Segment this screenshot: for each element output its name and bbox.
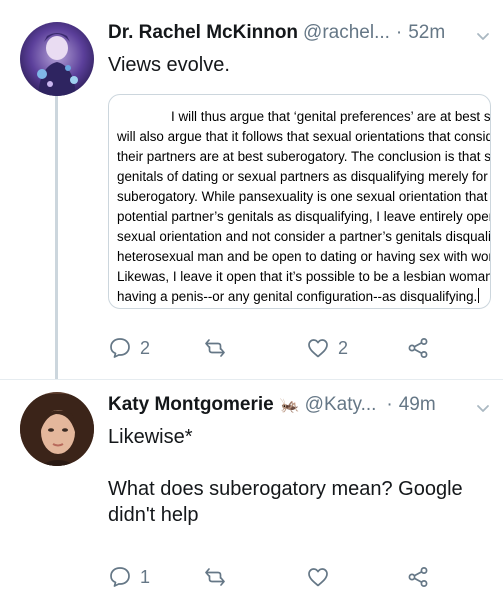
avatar[interactable] — [20, 392, 94, 466]
tweet-text: Likewise* What does suberogatory mean? G… — [108, 426, 463, 526]
tweet-text: Views evolve. — [108, 54, 230, 76]
handle[interactable]: @Katy... — [305, 394, 377, 416]
reply-icon — [110, 567, 130, 587]
display-name[interactable]: Katy Montgomerie — [108, 394, 274, 416]
cricket-emoji: 🦗 — [279, 397, 300, 414]
attached-text-excerpt: I will thus argue that ‘genital preferen… — [117, 107, 491, 307]
handle[interactable]: @rachel... — [303, 22, 390, 44]
tweet-actions: 2 2 — [108, 333, 498, 363]
retweet-icon — [205, 339, 225, 357]
tweet[interactable]: Dr. Rachel McKinnon @rachel... · 52m Vie… — [0, 0, 503, 380]
excerpt-line-text: having a penis--or any genital configura… — [117, 289, 478, 304]
share-icon — [408, 567, 428, 587]
reply-count: 1 — [140, 566, 151, 587]
reply-count: 2 — [140, 337, 151, 358]
tweet-header: Dr. Rachel McKinnon @rachel... · 52m — [108, 22, 445, 52]
display-name[interactable]: Dr. Rachel McKinnon — [108, 22, 298, 44]
like-icon — [308, 568, 328, 587]
share-icon — [408, 338, 428, 358]
excerpt-line: suberogatory. While pansexuality is one … — [117, 189, 488, 204]
excerpt-line: heterosexual man and be open to dating o… — [117, 249, 491, 264]
reply-icon — [110, 338, 130, 358]
tweet-actions: 1 — [108, 562, 498, 592]
thread-line — [55, 96, 58, 380]
tweet-header: Katy Montgomerie 🦗 @Katy... · 49m — [108, 394, 436, 424]
tweet[interactable]: Katy Montgomerie 🦗 @Katy... · 49m Likewi… — [0, 380, 503, 600]
excerpt-line: genitals of dating or sexual partners as… — [117, 169, 488, 184]
retweet-icon — [205, 568, 225, 586]
avatar[interactable] — [20, 22, 94, 96]
share-button[interactable] — [406, 333, 430, 363]
reply-button[interactable]: 1 — [108, 562, 150, 592]
like-icon — [308, 339, 328, 358]
excerpt-line: potential partner’s genitals as disquali… — [117, 209, 491, 224]
attached-image[interactable]: I will thus argue that ‘genital preferen… — [108, 94, 491, 309]
retweet-button[interactable] — [203, 333, 235, 363]
excerpt-line: will also argue that it follows that sex… — [117, 129, 491, 144]
separator-dot: · — [386, 394, 393, 415]
like-button[interactable] — [306, 562, 338, 592]
reply-button[interactable]: 2 — [108, 333, 150, 363]
excerpt-line: their partners are at best suberogatory.… — [117, 149, 491, 164]
like-button[interactable]: 2 — [306, 333, 348, 363]
like-count: 2 — [338, 337, 349, 358]
timestamp[interactable]: 52m — [408, 22, 445, 44]
timestamp[interactable]: 49m — [399, 394, 436, 416]
excerpt-line-last: having a penis--or any genital configura… — [117, 287, 490, 307]
chevron-down-icon[interactable] — [475, 400, 491, 416]
chevron-down-icon[interactable] — [475, 28, 491, 44]
share-button[interactable] — [406, 562, 430, 592]
separator-dot: · — [395, 22, 403, 43]
excerpt-line: sexual orientation and not consider a pa… — [117, 229, 491, 244]
retweet-button[interactable] — [203, 562, 235, 592]
excerpt-line: I will thus argue that ‘genital preferen… — [171, 109, 491, 124]
excerpt-line: Likewas, I leave it open that it’s possi… — [117, 269, 491, 284]
text-cursor — [478, 288, 480, 303]
